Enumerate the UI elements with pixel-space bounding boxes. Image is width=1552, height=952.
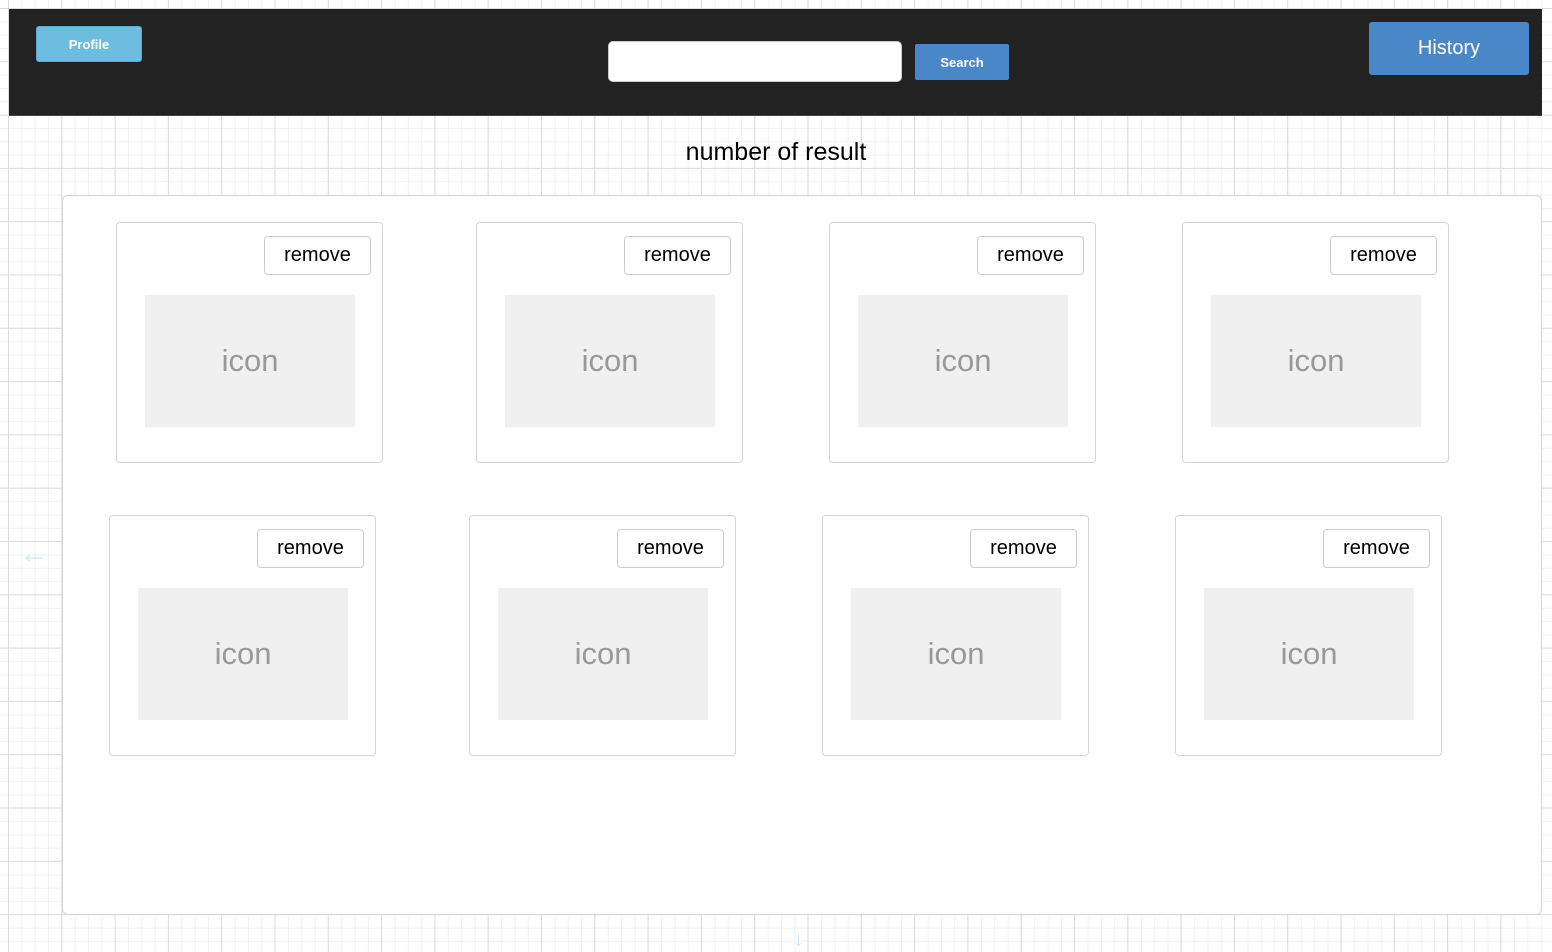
- arrow-down-icon: ↓: [793, 926, 804, 951]
- icon-placeholder: icon: [1211, 295, 1421, 427]
- result-card[interactable]: remove icon: [476, 222, 743, 463]
- result-card[interactable]: remove icon: [829, 222, 1096, 463]
- icon-placeholder: icon: [851, 588, 1061, 720]
- remove-button[interactable]: remove: [624, 236, 731, 275]
- result-card[interactable]: remove icon: [1175, 515, 1442, 756]
- icon-placeholder: icon: [138, 588, 348, 720]
- arrow-left-icon: ←: [19, 537, 49, 570]
- search-input[interactable]: [608, 41, 902, 82]
- result-card[interactable]: remove icon: [109, 515, 376, 756]
- icon-placeholder: icon: [145, 295, 355, 427]
- search-button[interactable]: Search: [915, 44, 1009, 80]
- icon-placeholder: icon: [498, 588, 708, 720]
- top-bar: Profile Search History: [9, 9, 1542, 116]
- remove-button[interactable]: remove: [1323, 529, 1430, 568]
- remove-button[interactable]: remove: [1330, 236, 1437, 275]
- remove-button[interactable]: remove: [617, 529, 724, 568]
- history-button[interactable]: History: [1369, 22, 1529, 75]
- remove-button[interactable]: remove: [264, 236, 371, 275]
- result-count: number of result: [685, 138, 867, 166]
- profile-button[interactable]: Profile: [36, 26, 142, 62]
- result-card[interactable]: remove icon: [822, 515, 1089, 756]
- result-card[interactable]: remove icon: [1182, 222, 1449, 463]
- icon-placeholder: icon: [1204, 588, 1414, 720]
- result-card[interactable]: remove icon: [116, 222, 383, 463]
- remove-button[interactable]: remove: [257, 529, 364, 568]
- icon-placeholder: icon: [858, 295, 1068, 427]
- icon-placeholder: icon: [505, 295, 715, 427]
- remove-button[interactable]: remove: [970, 529, 1077, 568]
- result-card[interactable]: remove icon: [469, 515, 736, 756]
- remove-button[interactable]: remove: [977, 236, 1084, 275]
